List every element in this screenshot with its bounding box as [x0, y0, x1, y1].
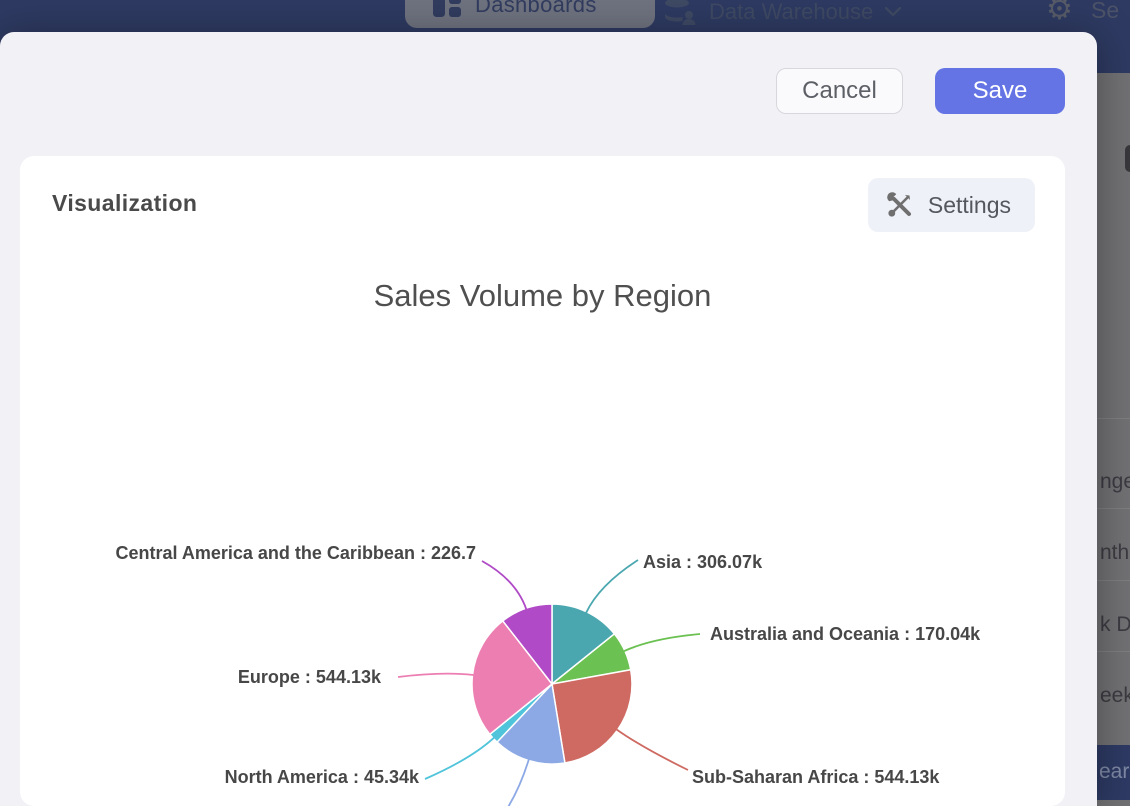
nav-item-data-warehouse-label: Data Warehouse	[709, 0, 873, 25]
background-button-fragment	[1125, 145, 1130, 172]
background-divider	[1097, 580, 1130, 581]
pie-label-sub-saharan-africa: Sub-Saharan Africa : 544.13k	[692, 767, 939, 788]
nav-tab-dashboards[interactable]: Dashboards	[405, 0, 655, 28]
background-divider	[1097, 418, 1130, 419]
pie-chart	[20, 156, 1065, 806]
pie-leader-line	[624, 634, 700, 651]
edit-visualization-modal: Cancel Save Visualization Settings Sales…	[0, 32, 1097, 806]
dashboard-icon	[433, 0, 461, 17]
background-dropdown-item-fragment: nth	[1100, 541, 1130, 565]
pie-leader-line	[398, 674, 474, 677]
pie-leader-line	[425, 738, 494, 779]
background-dropdown-item-fragment: nge	[1100, 470, 1130, 494]
background-dropdown-item-fragment: eek	[1100, 684, 1130, 708]
pie-label-central-america: Central America and the Caribbean : 226.…	[116, 543, 476, 564]
save-button[interactable]: Save	[935, 68, 1065, 114]
background-divider	[1097, 508, 1130, 509]
pie-label-asia: Asia : 306.07k	[643, 552, 762, 573]
pie-label-australia-oceania: Australia and Oceania : 170.04k	[710, 624, 980, 645]
pie-leader-line	[505, 760, 529, 806]
pie-label-north-america: North America : 45.34k	[225, 767, 419, 788]
background-dropdown-item-fragment: ear	[1099, 760, 1129, 784]
cancel-button[interactable]: Cancel	[776, 68, 903, 114]
background-divider	[1097, 651, 1130, 652]
pie-label-europe: Europe : 544.13k	[238, 667, 381, 688]
gear-icon[interactable]: ⚙	[1046, 0, 1073, 27]
background-dropdown-item-fragment: k D	[1100, 613, 1130, 637]
pie-leader-line	[617, 730, 688, 771]
nav-item-data-warehouse[interactable]: Data Warehouse	[663, 0, 901, 28]
nav-tab-dashboards-label: Dashboards	[475, 0, 597, 18]
pie-slice-sub-saharan-africa[interactable]	[552, 670, 632, 763]
pie-leader-line	[586, 560, 638, 613]
visualization-card: Visualization Settings Sales Volume by R…	[20, 156, 1065, 806]
nav-item-settings-truncated[interactable]: Se	[1091, 0, 1119, 24]
pie-leader-line	[482, 561, 526, 609]
database-user-icon	[663, 0, 697, 26]
chevron-down-icon	[885, 7, 901, 17]
background-dropdown-item-selected: ear	[1097, 745, 1130, 800]
